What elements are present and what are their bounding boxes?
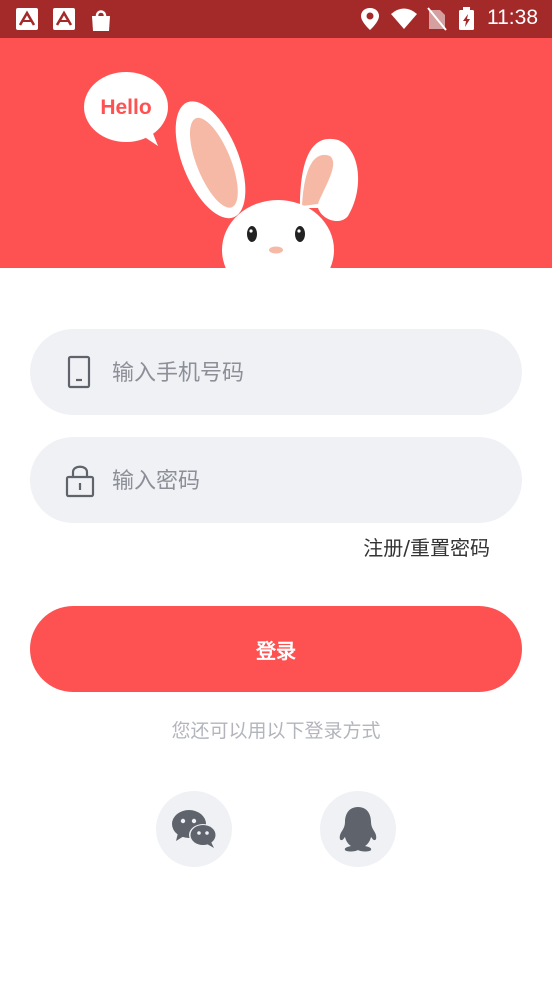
wifi-icon — [391, 8, 417, 29]
password-field — [30, 437, 522, 525]
hello-speech-bubble: Hello — [84, 72, 168, 146]
register-reset-link[interactable]: 注册/重置密码 — [363, 532, 490, 561]
qq-login-button[interactable] — [320, 791, 396, 867]
alt-login-text: 您还可以用以下登录方式 — [171, 720, 381, 742]
app-notification-icon — [16, 8, 38, 30]
status-time: 11:38 — [487, 6, 538, 29]
app-notification-icon — [53, 8, 75, 30]
hello-text: Hello — [100, 96, 151, 119]
shopping-bag-icon — [92, 10, 110, 31]
phone-field — [30, 329, 522, 417]
phone-icon — [67, 355, 91, 389]
qq-icon — [339, 807, 377, 852]
password-input[interactable] — [110, 437, 494, 525]
location-icon — [361, 8, 379, 30]
header-banner: Hello — [0, 38, 552, 268]
wechat-login-button[interactable] — [156, 791, 232, 867]
wechat-icon — [172, 810, 217, 848]
login-button[interactable]: 登录 — [30, 606, 522, 692]
phone-input[interactable] — [110, 329, 494, 417]
bunny-illustration: Hello — [84, 72, 359, 268]
battery-charging-icon — [459, 7, 474, 30]
no-sim-icon — [427, 7, 447, 31]
status-bar: 11:38 — [0, 0, 552, 38]
lock-icon — [65, 465, 95, 498]
